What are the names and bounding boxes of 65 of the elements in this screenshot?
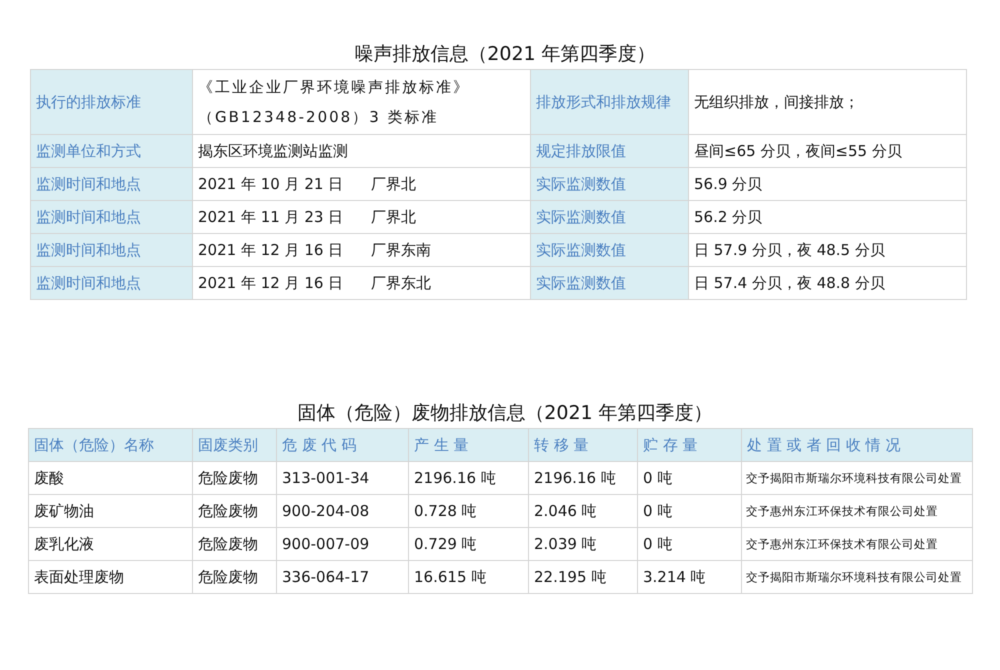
row-label-cell: 实际监测数值 (530, 200, 688, 234)
table-cell: 表面处理废物 (28, 560, 192, 594)
column-header: 转 移 量 (528, 428, 638, 462)
table-cell: 无组织排放，间接排放； (688, 70, 966, 134)
column-header: 固体（危险）名称 (28, 428, 192, 462)
table-cell: 900-204-08 (276, 494, 408, 528)
table-cell: 危险废物 (192, 560, 276, 594)
column-header: 贮 存 量 (638, 428, 742, 462)
table-cell: 日 57.4 分贝，夜 48.8 分贝 (688, 266, 966, 300)
table-cell: 0.729 吨 (408, 528, 528, 560)
cell-text: 《工业企业厂界环境噪声排放标准》（GB12348-2008）3 类标准 (198, 78, 470, 126)
table-cell: 交予揭阳市斯瑞尔环境科技有限公司处置 (742, 462, 972, 494)
row-label-cell: 规定排放限值 (530, 134, 688, 168)
table-cell: 昼间≤65 分贝，夜间≤55 分贝 (688, 134, 966, 168)
table-cell: 0.728 吨 (408, 494, 528, 528)
row-label-cell: 实际监测数值 (530, 234, 688, 266)
date-text: 2021 年 12 月 16 日 (198, 274, 344, 292)
row-label-cell: 监测时间和地点 (30, 234, 192, 266)
date-text: 2021 年 12 月 16 日 (198, 240, 344, 260)
table-cell: 交予揭阳市斯瑞尔环境科技有限公司处置 (742, 560, 972, 594)
table-cell: 日 57.9 分贝，夜 48.5 分贝 (688, 234, 966, 266)
date-text: 2021 年 10 月 21 日 (198, 174, 344, 194)
row-label-cell: 执行的排放标准 (30, 70, 192, 134)
row-label-cell: 实际监测数值 (530, 266, 688, 300)
table-cell: 0 吨 (638, 494, 742, 528)
table-title: 噪声排放信息（2021 年第四季度） (353, 42, 657, 67)
table-cell: 危险废物 (192, 528, 276, 560)
table-cell: 900-007-09 (276, 528, 408, 560)
row-label-cell: 监测时间和地点 (30, 200, 192, 234)
table-cell: 2.039 吨 (528, 528, 638, 560)
row-label-cell: 监测单位和方式 (30, 134, 192, 168)
location-text: 厂界东北 (371, 274, 432, 292)
table-cell: 0 吨 (638, 528, 742, 560)
cell-text: 揭东区环境监测站监测 (198, 142, 348, 160)
table-cell: 313-001-34 (276, 462, 408, 494)
column-header: 处 置 或 者 回 收 情 况 (742, 428, 972, 462)
table-cell: 废酸 (28, 462, 192, 494)
table-cell: 56.9 分贝 (688, 168, 966, 200)
row-label-cell: 监测时间和地点 (30, 168, 192, 200)
date-text: 2021 年 11 月 23 日 (198, 208, 344, 226)
table-cell: 22.195 吨 (528, 560, 638, 594)
table-cell: 2196.16 吨 (408, 462, 528, 494)
column-header: 产 生 量 (408, 428, 528, 462)
column-header: 固废类别 (192, 428, 276, 462)
table-cell: 废矿物油 (28, 494, 192, 528)
table-cell: 2196.16 吨 (528, 462, 638, 494)
table-cell: 交予惠州东江环保技术有限公司处置 (742, 494, 972, 528)
location-text: 厂界东南 (371, 240, 432, 260)
table-cell: 336-064-17 (276, 560, 408, 594)
table-cell: 2.046 吨 (528, 494, 638, 528)
table-cell: 废乳化液 (28, 528, 192, 560)
table-cell: 16.615 吨 (408, 560, 528, 594)
row-label-cell: 实际监测数值 (530, 168, 688, 200)
table-cell: 3.214 吨 (638, 560, 742, 594)
table-title: 固体（危险）废物排放信息（2021 年第四季度） (296, 401, 714, 426)
table-cell: 56.2 分贝 (688, 200, 966, 234)
table-cell: 交予惠州东江环保技术有限公司处置 (742, 528, 972, 560)
row-label-cell: 排放形式和排放规律 (530, 70, 688, 134)
column-header: 危 废 代 码 (276, 428, 408, 462)
table-cell: 危险废物 (192, 494, 276, 528)
row-label-cell: 监测时间和地点 (30, 266, 192, 300)
location-text: 厂界北 (371, 208, 416, 226)
location-text: 厂界北 (371, 174, 416, 194)
table-cell: 0 吨 (638, 462, 742, 494)
table-cell: 危险废物 (192, 462, 276, 494)
